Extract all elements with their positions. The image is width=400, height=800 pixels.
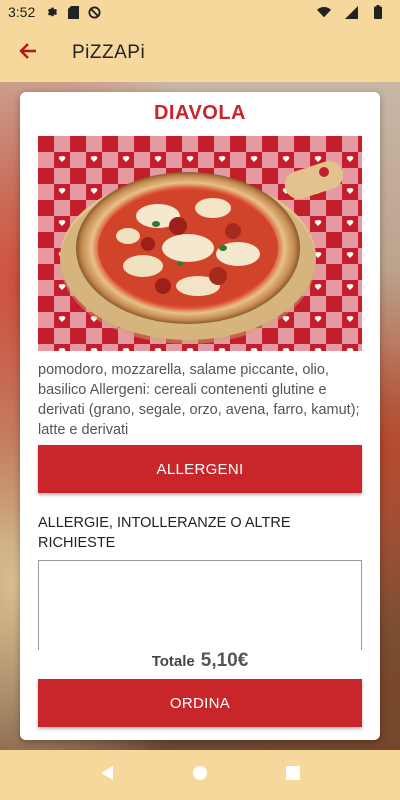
- total-label: Totale: [151, 653, 195, 670]
- total-row: Totale 5,10€: [20, 650, 380, 680]
- product-card: DIAVOLA pomodoro, mozzarella, salame pic…: [20, 92, 380, 740]
- app-title: PiZZAPi: [72, 42, 146, 63]
- pizza-photo: [38, 136, 362, 351]
- app-bar: PiZZAPi: [0, 24, 400, 82]
- back-button[interactable]: [0, 24, 56, 82]
- back-arrow-icon: [18, 41, 38, 66]
- requests-label: ALLERGIE, INTOLLERANZE O ALTRE RICHIESTE: [38, 515, 291, 551]
- status-time: 3:52: [8, 4, 36, 20]
- wifi-icon: [317, 5, 331, 19]
- order-button[interactable]: ORDINA: [38, 679, 362, 727]
- navigation-bar: [0, 750, 400, 800]
- circle-home-icon: [192, 765, 208, 786]
- sd-card-icon: [66, 5, 80, 19]
- no-disturb-icon: [87, 5, 101, 19]
- signal-icon: [344, 5, 358, 19]
- triangle-back-icon: [99, 765, 115, 786]
- product-description: pomodoro, mozzarella, salame piccante, o…: [38, 362, 360, 438]
- status-bar: 3:52: [0, 0, 400, 24]
- total-value: 5,10€: [200, 650, 249, 671]
- allergens-button[interactable]: ALLERGENI: [38, 445, 362, 493]
- nav-home-button[interactable]: [180, 755, 220, 795]
- gear-icon: [45, 5, 59, 19]
- requests-input[interactable]: [38, 560, 362, 652]
- square-recents-icon: [286, 765, 301, 785]
- nav-back-button[interactable]: [87, 755, 127, 795]
- nav-recents-button[interactable]: [273, 755, 313, 795]
- battery-icon: [371, 5, 385, 19]
- product-name: DIAVOLA: [153, 102, 246, 124]
